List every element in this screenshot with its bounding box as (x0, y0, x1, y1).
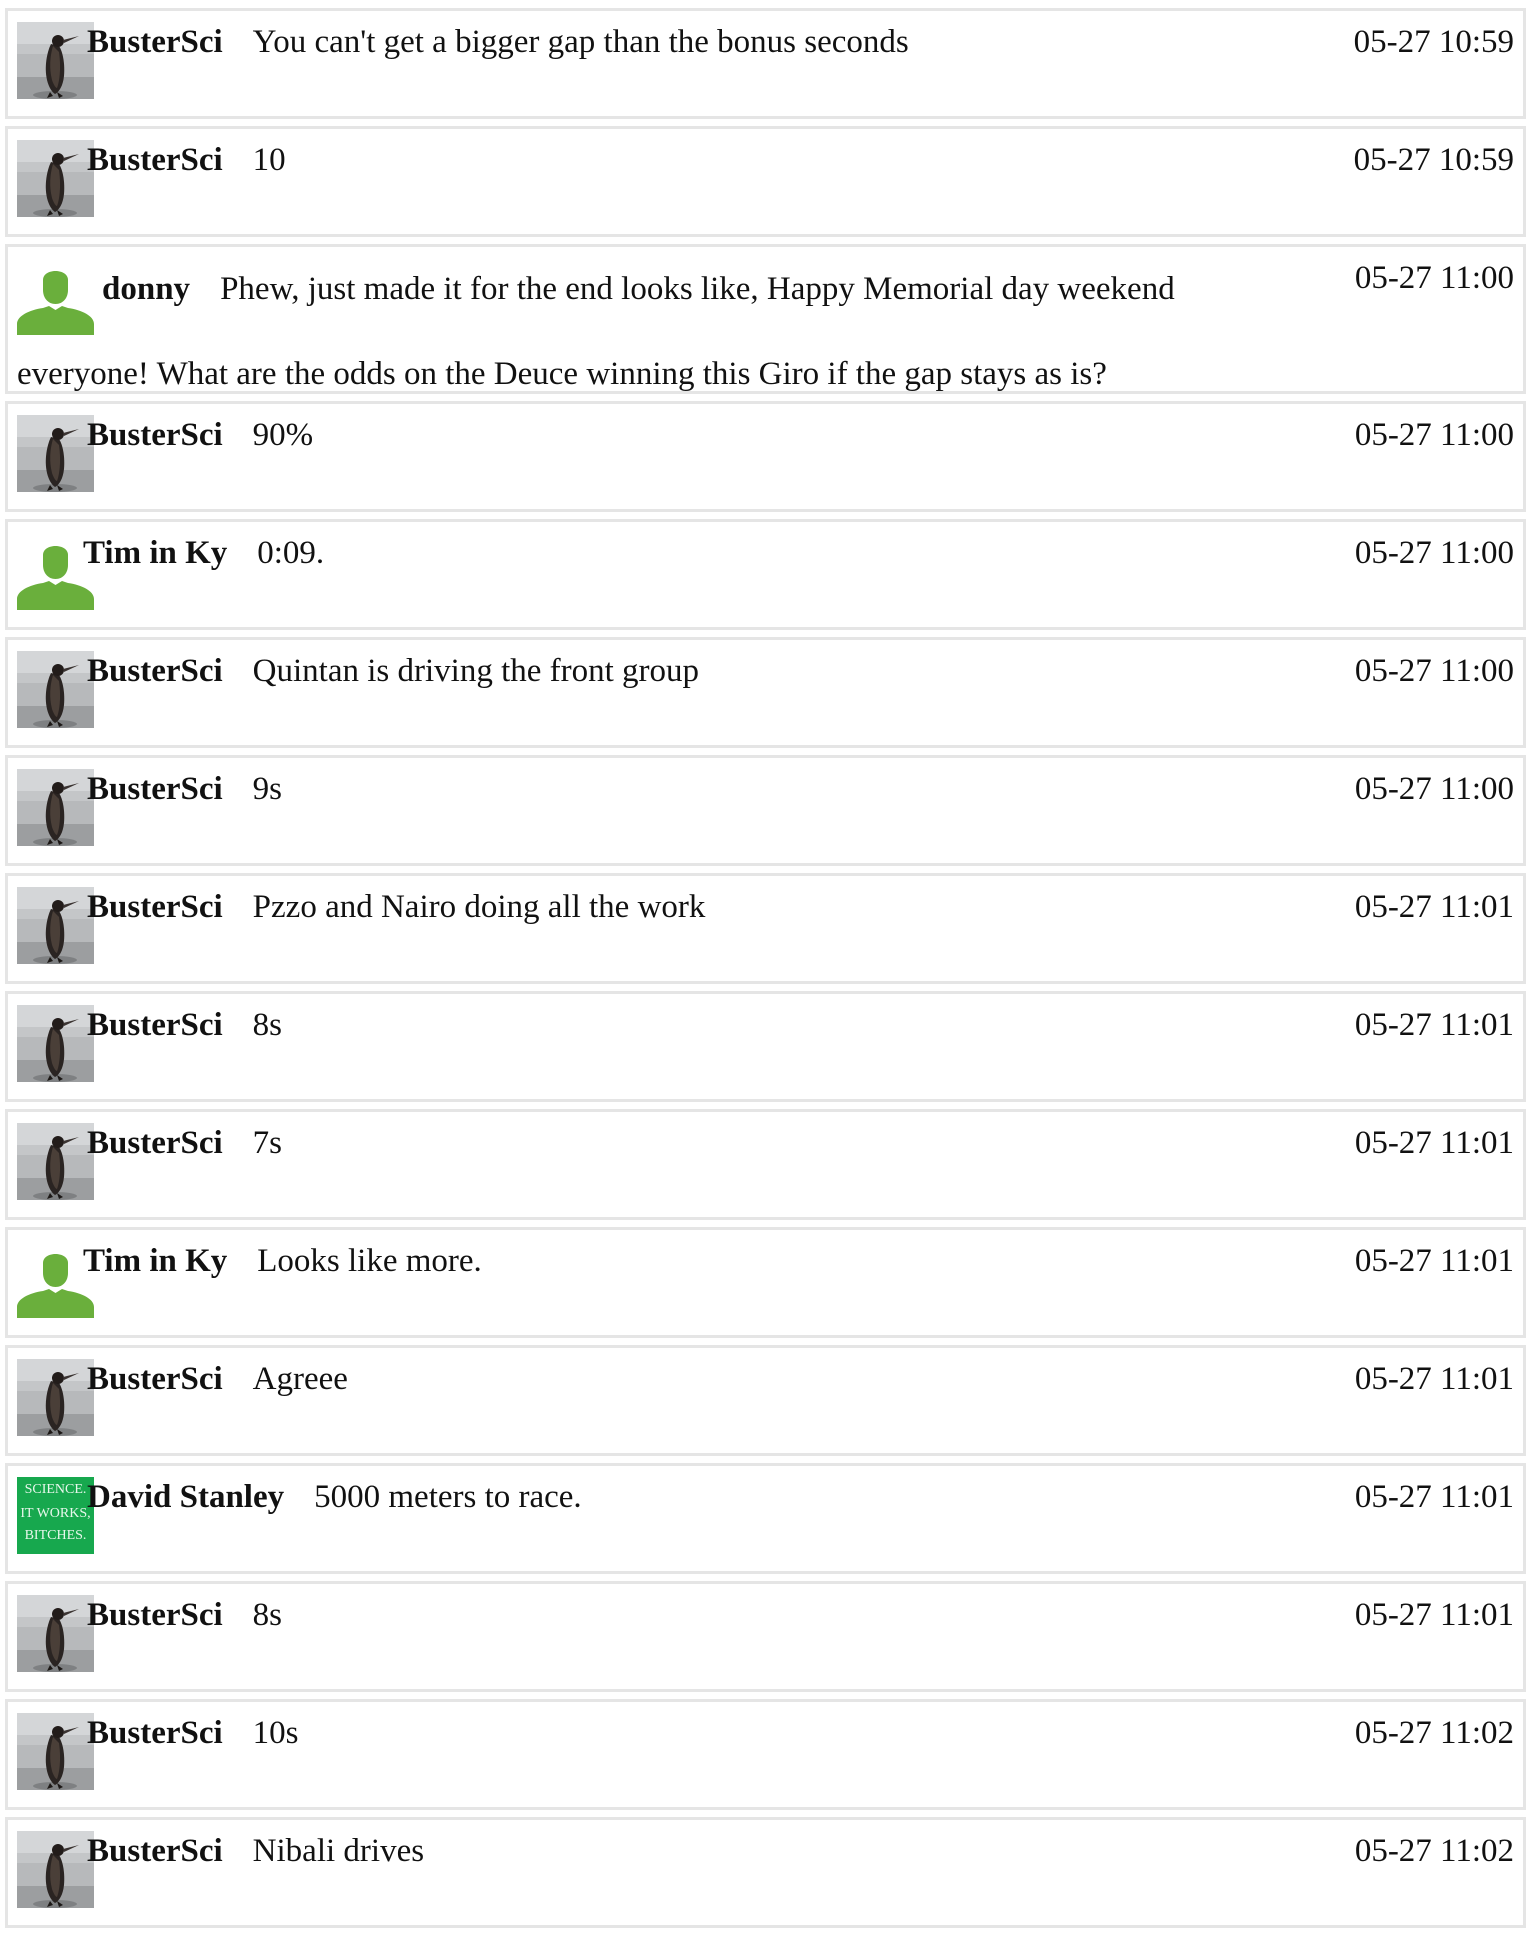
username[interactable]: BusterSci (87, 417, 223, 453)
username[interactable]: BusterSci (87, 771, 223, 807)
username[interactable]: Tim in Ky (83, 535, 227, 571)
message-text: Nibali drives (252, 1833, 425, 1869)
user-avatar[interactable] (17, 415, 94, 492)
user-avatar[interactable] (17, 1831, 94, 1908)
username[interactable]: David Stanley (87, 1479, 284, 1515)
message-timestamp: 05-27 11:01 (1354, 1243, 1514, 1279)
message-timestamp: 05-27 10:59 (1353, 142, 1514, 178)
message-text: Looks like more. (257, 1243, 482, 1279)
message-timestamp: 05-27 11:01 (1354, 1479, 1514, 1515)
user-avatar[interactable] (17, 1005, 94, 1082)
user-avatar[interactable] (17, 769, 94, 846)
message-line: BusterSci 7s (87, 1123, 282, 1163)
message-line: BusterSci Nibali drives (87, 1831, 424, 1871)
message-timestamp: 05-27 10:59 (1353, 24, 1514, 60)
message-text: Pzzo and Nairo doing all the work (252, 889, 706, 925)
user-avatar[interactable] (17, 140, 94, 217)
user-avatar[interactable] (17, 1713, 94, 1790)
message-text: You can't get a bigger gap than the bonu… (252, 24, 909, 60)
chat-message: BusterSci You can't get a bigger gap than… (5, 8, 1526, 119)
message-timestamp: 05-27 11:02 (1354, 1833, 1514, 1869)
avatar-caption-line: SCIENCE. (25, 1482, 87, 1497)
username[interactable]: BusterSci (87, 24, 223, 60)
chat-message: BusterSci Agreee 05-27 11:01 (5, 1345, 1526, 1456)
username[interactable]: BusterSci (87, 1007, 223, 1043)
username[interactable]: BusterSci (87, 1597, 223, 1633)
message-text: 0:09. (257, 535, 325, 571)
chat-message: SCIENCE. IT WORKS, BITCHES. David Stanle… (5, 1463, 1526, 1574)
message-line: donny Phew, just made it for the end look… (17, 247, 1303, 417)
chat-message: BusterSci 10 05-27 10:59 (5, 126, 1526, 237)
message-line: BusterSci 90% (87, 415, 313, 455)
message-timestamp: 05-27 11:01 (1354, 1125, 1514, 1161)
message-timestamp: 05-27 11:02 (1354, 1715, 1514, 1751)
username[interactable]: BusterSci (87, 1833, 223, 1869)
user-avatar[interactable] (17, 1359, 94, 1436)
message-timestamp: 05-27 11:01 (1354, 1361, 1514, 1397)
message-line: BusterSci 8s (87, 1595, 282, 1635)
chat-message: BusterSci 8s 05-27 11:01 (5, 991, 1526, 1102)
avatar-caption-line: IT WORKS, (20, 1506, 90, 1521)
message-text: 10s (252, 1715, 299, 1751)
user-avatar[interactable] (17, 887, 94, 964)
message-text: 10 (252, 142, 286, 178)
message-timestamp: 05-27 11:00 (1354, 535, 1514, 571)
message-timestamp: 05-27 11:01 (1354, 1597, 1514, 1633)
chat-message: Tim in Ky Looks like more. 05-27 11:01 (5, 1227, 1526, 1338)
chat-message: BusterSci Nibali drives 05-27 11:02 (5, 1817, 1526, 1928)
message-text: 9s (252, 771, 283, 807)
chat-message: Tim in Ky 0:09. 05-27 11:00 (5, 519, 1526, 630)
username[interactable]: BusterSci (87, 142, 223, 178)
message-line: BusterSci Agreee (87, 1359, 348, 1399)
message-text: Agreee (252, 1361, 348, 1397)
user-avatar[interactable] (17, 1595, 94, 1672)
chat-message: BusterSci 8s 05-27 11:01 (5, 1581, 1526, 1692)
message-line: BusterSci 10s (87, 1713, 299, 1753)
chat-message: BusterSci 9s 05-27 11:00 (5, 755, 1526, 866)
message-text: Quintan is driving the front group (252, 653, 700, 689)
username[interactable]: BusterSci (87, 1715, 223, 1751)
message-text: 7s (252, 1125, 283, 1161)
user-avatar[interactable] (17, 22, 94, 99)
message-timestamp: 05-27 11:01 (1354, 1007, 1514, 1043)
message-text: 8s (252, 1007, 283, 1043)
chat-message: BusterSci Pzzo and Nairo doing all the wo… (5, 873, 1526, 984)
user-avatar[interactable] (17, 1123, 94, 1200)
message-line: David Stanley 5000 meters to race. (87, 1477, 582, 1517)
chat-message-list: BusterSci You can't get a bigger gap than… (5, 8, 1526, 1935)
chat-message: BusterSci 10s 05-27 11:02 (5, 1699, 1526, 1810)
message-line: BusterSci 9s (87, 769, 282, 809)
message-line: Tim in Ky 0:09. (83, 533, 324, 573)
message-line: BusterSci 10 (87, 140, 286, 180)
message-timestamp: 05-27 11:00 (1354, 771, 1514, 807)
message-line: Tim in Ky Looks like more. (83, 1241, 482, 1281)
message-text: 5000 meters to race. (314, 1479, 582, 1515)
username[interactable]: Tim in Ky (83, 1243, 227, 1279)
chat-message: BusterSci 7s 05-27 11:01 (5, 1109, 1526, 1220)
username[interactable]: BusterSci (87, 889, 223, 925)
message-line: BusterSci Quintan is driving the front gr… (87, 651, 699, 691)
username[interactable]: BusterSci (87, 1361, 223, 1397)
message-timestamp: 05-27 11:00 (1354, 260, 1514, 296)
message-line: BusterSci 8s (87, 1005, 282, 1045)
message-text: Phew, just made it for the end looks lik… (17, 271, 1175, 392)
message-text: 90% (252, 417, 314, 453)
message-timestamp: 05-27 11:01 (1354, 889, 1514, 925)
chat-message: BusterSci 90% 05-27 11:00 (5, 401, 1526, 512)
username[interactable]: donny (102, 271, 190, 307)
message-text: 8s (252, 1597, 283, 1633)
chat-message: donny Phew, just made it for the end look… (5, 244, 1526, 394)
username[interactable]: BusterSci (87, 653, 223, 689)
username[interactable]: BusterSci (87, 1125, 223, 1161)
message-timestamp: 05-27 11:00 (1354, 417, 1514, 453)
chat-message: BusterSci Quintan is driving the front gr… (5, 637, 1526, 748)
avatar-caption-line: BITCHES. (25, 1528, 87, 1543)
user-avatar[interactable]: SCIENCE. IT WORKS, BITCHES. (17, 1477, 94, 1554)
message-line: BusterSci You can't get a bigger gap than… (87, 22, 909, 62)
message-line: BusterSci Pzzo and Nairo doing all the wo… (87, 887, 705, 927)
message-timestamp: 05-27 11:00 (1354, 653, 1514, 689)
user-avatar[interactable] (17, 651, 94, 728)
